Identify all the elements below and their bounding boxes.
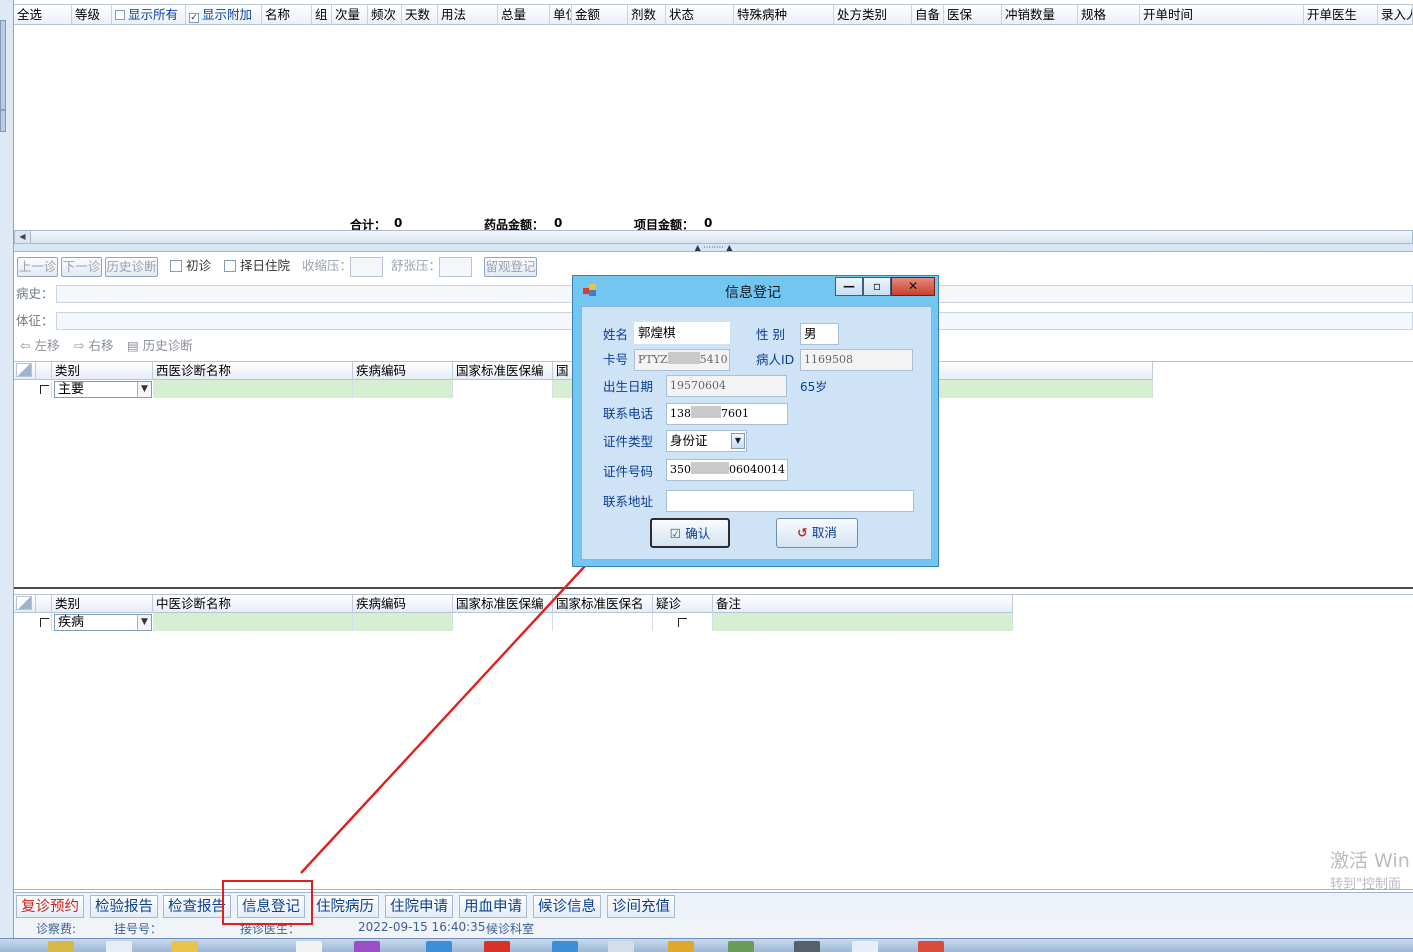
masked-segment: x [691, 406, 721, 418]
cancel-button[interactable]: ↺ 取消 [776, 518, 858, 548]
dob-field[interactable]: 19570604 [666, 375, 787, 397]
id-type-label: 证件类型 [603, 434, 654, 449]
patient-id-label: 病人ID [756, 352, 795, 367]
address-field[interactable] [666, 490, 914, 512]
check-icon: ☑ [669, 526, 686, 541]
card-field[interactable]: PTYZx5410 [634, 349, 730, 371]
card-label: 卡号 [603, 352, 629, 367]
chevron-down-icon[interactable]: ▼ [731, 433, 745, 449]
maximize-icon: ▫ [872, 279, 882, 293]
patient-id-field[interactable]: 1169508 [800, 349, 913, 371]
dialog-body: 姓名 郭煌棋 性 别 男 卡号 PTYZx5410 病人ID 1169508 出… [581, 306, 932, 560]
dialog-titlebar[interactable]: 信息登记 — ▫ ✕ [573, 276, 938, 304]
undo-icon: ↺ [797, 525, 812, 540]
dob-label: 出生日期 [603, 379, 654, 394]
name-label: 姓名 [603, 327, 629, 342]
close-button[interactable]: ✕ [891, 277, 935, 296]
id-type-select[interactable]: 身份证 ▼ [666, 430, 747, 452]
minimize-button[interactable]: — [835, 277, 863, 296]
phone-field[interactable]: 138x7601 [666, 403, 788, 425]
masked-segment: x [667, 352, 700, 364]
masked-segment: x [691, 462, 729, 474]
phone-label: 联系电话 [603, 406, 654, 421]
close-icon: ✕ [907, 279, 919, 293]
address-label: 联系地址 [603, 494, 654, 509]
gender-field[interactable]: 男 [800, 323, 839, 345]
confirm-button[interactable]: ☑ 确认 [650, 518, 730, 548]
id-number-field[interactable]: 350x06040014 [666, 459, 788, 481]
info-registration-dialog: 信息登记 — ▫ ✕ 姓名 郭煌棋 性 别 男 卡号 PTYZx5410 病人I… [572, 275, 939, 567]
age-value: 65岁 [800, 380, 828, 394]
id-number-label: 证件号码 [603, 464, 654, 479]
name-field[interactable]: 郭煌棋 [634, 322, 730, 344]
minimize-icon: — [843, 279, 855, 293]
app-icon [583, 284, 596, 296]
dialog-title: 信息登记 [725, 285, 781, 301]
gender-label: 性 别 [756, 327, 785, 342]
maximize-button[interactable]: ▫ [863, 277, 891, 296]
